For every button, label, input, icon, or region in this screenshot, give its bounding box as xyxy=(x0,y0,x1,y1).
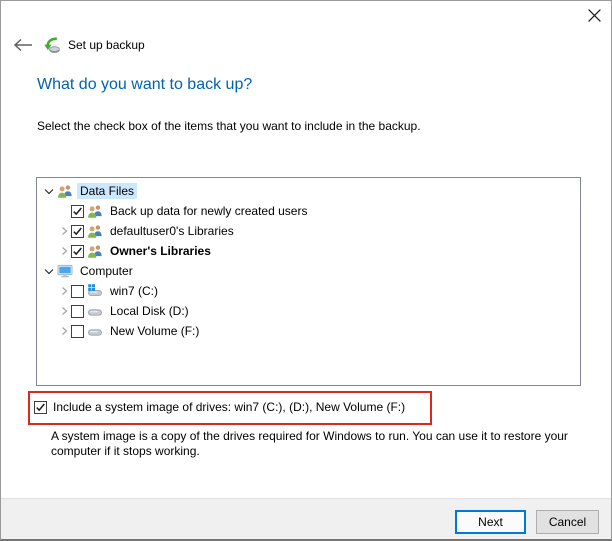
tree-item-checkbox[interactable] xyxy=(71,284,84,298)
setup-backup-wizard-window: Set up backup What do you want to back u… xyxy=(0,0,612,541)
disk-icon xyxy=(87,323,103,339)
chevron-right-icon[interactable] xyxy=(57,244,71,258)
tree-item-label[interactable]: New Volume (F:) xyxy=(107,323,202,339)
chevron-right-icon[interactable] xyxy=(57,324,71,338)
back-button[interactable] xyxy=(13,38,33,52)
tree-item-win7-c[interactable]: win7 (C:) xyxy=(37,281,580,301)
backup-app-icon xyxy=(43,36,60,54)
include-system-image-checkbox[interactable] xyxy=(34,400,47,414)
tree-item-local-disk-d[interactable]: Local Disk (D:) xyxy=(37,301,580,321)
tree-item-checkbox[interactable] xyxy=(71,324,84,338)
tree-item-label[interactable]: Data Files xyxy=(77,183,138,199)
tree-item-computer[interactable]: Computer xyxy=(37,261,580,281)
tree-item-new-volume-f[interactable]: New Volume (F:) xyxy=(37,321,580,341)
system-image-description: A system image is a copy of the drives r… xyxy=(51,429,568,458)
next-button[interactable]: Next xyxy=(455,510,526,534)
tree-item-data-files[interactable]: Data Files xyxy=(37,181,580,201)
users-icon xyxy=(57,183,73,199)
tree-item-label[interactable]: Local Disk (D:) xyxy=(107,303,192,319)
wizard-header: Set up backup xyxy=(13,35,145,55)
cancel-button[interactable]: Cancel xyxy=(536,510,599,534)
tree-item-label[interactable]: Computer xyxy=(77,263,136,279)
tree-item-label[interactable]: Back up data for newly created users xyxy=(107,203,310,219)
chevron-right-icon[interactable] xyxy=(57,284,71,298)
page-title: What do you want to back up? xyxy=(37,76,253,93)
tree-item-checkbox[interactable] xyxy=(71,304,84,318)
include-system-image-label[interactable]: Include a system image of drives: win7 (… xyxy=(53,400,405,414)
users-icon xyxy=(87,243,103,259)
chevron-down-icon[interactable] xyxy=(42,184,56,198)
backup-items-tree[interactable]: Data Files Back up data for newly created… xyxy=(36,177,581,386)
users-icon xyxy=(87,203,103,219)
wizard-title: Set up backup xyxy=(68,38,145,52)
chevron-right-icon[interactable] xyxy=(57,304,71,318)
close-icon xyxy=(587,9,602,27)
tree-item-checkbox[interactable] xyxy=(71,224,84,238)
tree-item-label[interactable]: defaultuser0's Libraries xyxy=(107,223,237,239)
tree-item-checkbox[interactable] xyxy=(71,204,84,218)
tree-item-defaultuser0-s-libraries[interactable]: defaultuser0's Libraries xyxy=(37,221,580,241)
chevron-down-icon[interactable] xyxy=(42,264,56,278)
tree-item-owner-s-libraries[interactable]: Owner's Libraries xyxy=(37,241,580,261)
computer-icon xyxy=(57,263,73,279)
tree-item-label[interactable]: win7 (C:) xyxy=(107,283,161,299)
disk-icon xyxy=(87,303,103,319)
close-button[interactable] xyxy=(587,8,603,24)
disk-windows-icon xyxy=(87,283,103,299)
page-subtitle: Select the check box of the items that y… xyxy=(37,119,421,133)
users-icon xyxy=(87,223,103,239)
tree-item-back-up-data-for-newly-created-users[interactable]: Back up data for newly created users xyxy=(37,201,580,221)
include-system-image-row[interactable]: Include a system image of drives: win7 (… xyxy=(34,400,405,414)
tree-item-label[interactable]: Owner's Libraries xyxy=(107,243,214,259)
chevron-right-icon[interactable] xyxy=(57,224,71,238)
tree-item-checkbox[interactable] xyxy=(71,244,84,258)
